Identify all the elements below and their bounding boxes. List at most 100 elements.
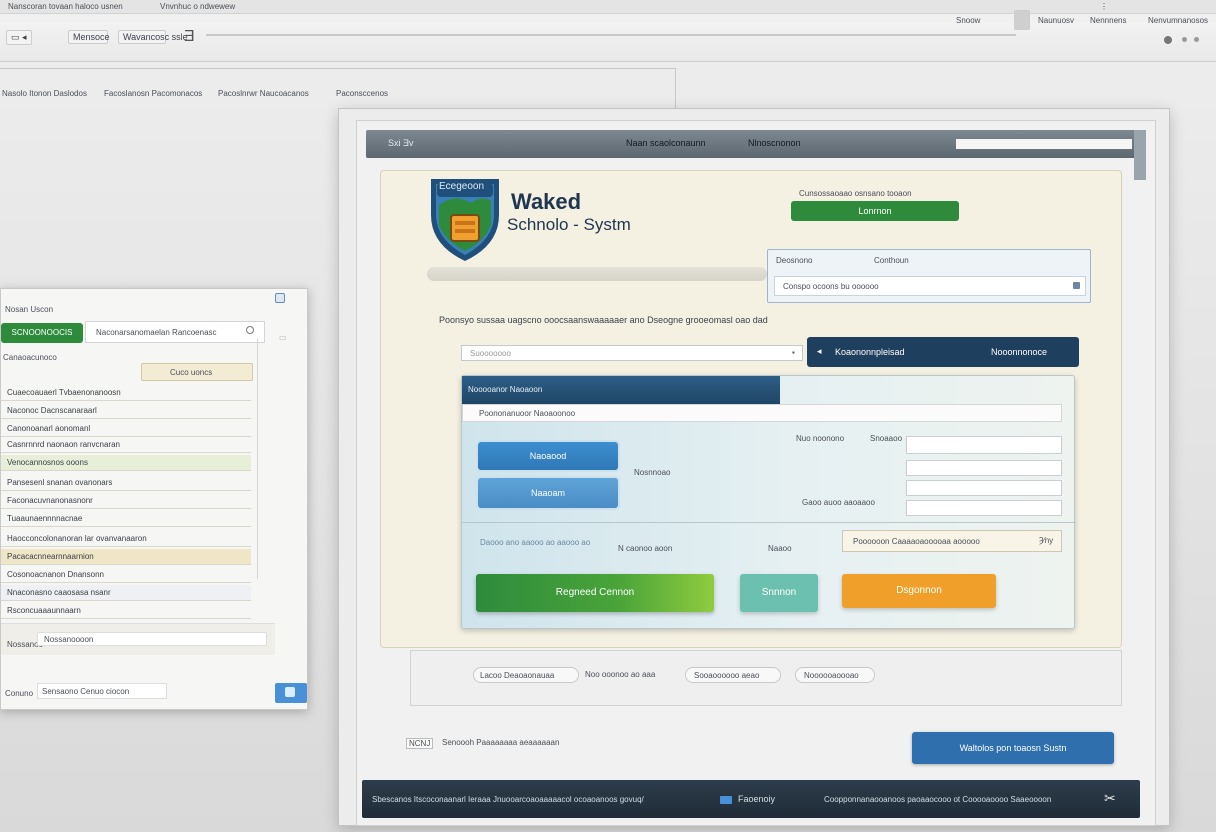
blue-action-label-2: Naaoam [530,488,566,498]
wrench-icon[interactable]: ✂ [1104,790,1116,807]
right-tab-1[interactable]: Snoow [956,16,980,25]
side-list-item[interactable]: Pacacacnnearnnaarnion [1,549,251,565]
primary-dark-button[interactable]: ◂ Koaononnpleisad Nooonnonoce [807,337,1079,367]
side-list-item[interactable]: Naconoc Dacnscanaraarl [1,403,251,419]
section-dropdown[interactable]: Cuco uoncs [141,363,253,381]
side-list-item[interactable]: Nnaconasno caaosasa nsanr [1,585,251,601]
center-caption: N caonoo aoon [618,544,673,553]
credentials-panel: Deosnono Conthoun Conspo ocoons bu ooooo… [767,249,1091,303]
submit-button-label: Snnnon [761,587,797,598]
panel-field[interactable]: Conspo ocoons bu oooooo [774,276,1086,296]
side-list-item[interactable]: Cuaecoauaerl Tvbaenonanoosn [1,385,251,401]
side-list-item[interactable]: Haocconcolonanoran lar ovanvanaaron [1,531,251,547]
right-label-1: Nuo noonono [796,434,845,443]
tag-pill-4[interactable]: Noooooaoooao [795,667,875,683]
send-icon [285,687,295,697]
tag-pill-1-label: Lacoo Deaoaonauaa [480,671,555,680]
arrow-icon: ◂ [817,346,822,356]
tag-pill-3[interactable]: Sooaoooooo aeao [685,667,781,683]
submit-button[interactable]: Snnnon [740,574,818,612]
cta-button[interactable]: Waltolos pon toaosn Sustn [912,732,1114,764]
app-title-line2: Schnolo - Systm [507,215,631,234]
footer-input[interactable]: Nossanoooon [37,632,267,646]
search-placeholder: Suooooooo [470,349,511,358]
form-field-3[interactable] [906,480,1062,496]
dot-icon-2[interactable] [1194,37,1199,42]
tag-pill-4-label: Noooooaoooao [804,671,859,680]
tab-title-secondary[interactable]: Vnvnhuc o ndwewew [160,2,235,11]
clear-icon[interactable] [246,326,254,334]
footer-left-text: Sbescanos Itscoconaanarl Ieraaa Jnuooarc… [372,795,644,804]
primary-dark-label-2: Nooonnonoce [991,347,1048,357]
description: Poonsyo sussaa uagscno ooocsaanswaaaaaer… [439,315,768,325]
footer-search-text: Sensaono Cenuo ciocon [42,687,130,696]
tab-title[interactable]: Nanscoran tovaan haloco usnen [8,2,123,11]
form-field-1[interactable] [906,436,1062,454]
inner-scrollbar[interactable] [1134,130,1146,180]
tab-pill[interactable]: Mensoce [68,30,110,44]
side-list-item[interactable]: Tuaaunaennnnacnae [1,511,251,527]
register-button[interactable]: Regneed Cennon [476,574,714,612]
select-dropdown[interactable]: Poooooon Caaaaoaooooaa aooooo Ȝ⁄ny [842,530,1062,552]
dot-icon[interactable] [1182,37,1187,42]
side-list-item[interactable]: Pansesenl snanan ovanonars [1,475,251,491]
form-field-4[interactable] [906,500,1062,516]
footer-center-text[interactable]: Faoenoiy [738,794,775,804]
inner-tab-left[interactable]: Sxi Ǝv [388,138,414,148]
form-row-text: Poononanuoor Naoaoonoo [479,409,576,418]
select-chevron-icon[interactable]: Ȝ⁄ny [1039,536,1053,545]
bookmark-3[interactable]: Pacoslnrwr Naucoacanos [218,89,309,98]
title-field[interactable]: Naconarsanomaelan Rancoenasc [85,321,265,343]
footer-search[interactable]: Sensaono Cenuo ciocon [37,683,167,699]
mid-label: Nosnnoao [634,468,671,477]
panel-field-icon[interactable] [1073,282,1080,289]
bookmark-1[interactable]: Nasolo Itonon Daslodos [2,89,87,98]
settings-icon[interactable] [1164,36,1172,44]
right-tab-4[interactable]: Nenvumnanosos [1148,16,1208,25]
menu-dots-icon[interactable]: ⋮ [1100,2,1108,11]
section-heading: Canaoacunoco [3,353,57,362]
tab-active-label: SCNOONOOCIS [11,328,73,337]
inner-address[interactable] [956,139,1132,149]
right-tab-3[interactable]: Nennnens [1090,16,1126,25]
primary-dark-label: Koaononnpleisad [835,347,905,357]
side-list-item[interactable]: Rsconcuaaaunnaarn [1,603,251,619]
form-row[interactable]: Poononanuoor Naoaoonoo [462,404,1062,422]
panel-right-label: Conthoun [874,256,909,265]
scroll-track[interactable] [257,339,293,579]
inner-title-2: Nlnoscnonon [748,138,801,148]
scroll-handle[interactable] [1014,10,1030,30]
bookmark-2[interactable]: Facoslanosn Pacomonacos [104,89,202,98]
reload-icon[interactable]: Ǝ [184,28,195,46]
bookmark-4[interactable]: Paconsccenos [336,89,388,98]
side-list-item[interactable]: Cosonoacnanon Dnansonn [1,567,251,583]
address-text: Mensoce [73,32,110,42]
side-list-item[interactable]: Canonoanarl aonomanl [1,421,251,437]
back-button[interactable]: ▭ ◂ [6,30,32,45]
design-button[interactable]: Dsgonnon [842,574,996,608]
window-control-icon[interactable] [275,293,285,303]
send-button[interactable] [275,683,307,703]
blue-action-button-2[interactable]: Naaoam [478,478,618,508]
login-button-label: Lonrnon [858,206,892,216]
panel-field-text: Conspo ocoons bu oooooo [783,282,879,291]
form-field-2[interactable] [906,460,1062,476]
login-button[interactable]: Lonrnon [791,201,959,221]
tab-pill-2[interactable]: Wavancosc ssle [118,30,188,44]
app-content: Ecegeoon Waked Schnolo - Systm Cunsossao… [380,170,1122,648]
top-note: Cunsossaoaao osnsano tooaon [799,189,912,198]
footer-left: Conuno [5,689,34,698]
side-list-item[interactable]: Faconacuvnanonasnonr [1,493,251,509]
side-list-item[interactable]: Casnrnnrd naonaon ranvcnaran [1,437,251,453]
inner-toolbar: Sxi Ǝv Naan scaolconaunn Nlnoscnonon [366,130,1146,180]
search-icon[interactable]: ▪ [792,348,795,357]
tag-pill-1[interactable]: Lacoo Deaoaonauaa [473,667,579,683]
tag-text-2: Noo ooonoo ao aaa [585,670,656,679]
right-tab-2[interactable]: Naunuosv [1038,16,1074,25]
search-input[interactable]: Suooooooo ▪ [461,345,803,361]
side-list-item[interactable]: Venocannosnos ooons [1,455,251,471]
blue-action-button-1[interactable]: Naoaood [478,442,618,470]
design-button-label: Dsgonnon [896,585,942,596]
tab-active[interactable]: SCNOONOOCIS [1,323,83,343]
panel-left-label: Deosnono [776,256,813,265]
